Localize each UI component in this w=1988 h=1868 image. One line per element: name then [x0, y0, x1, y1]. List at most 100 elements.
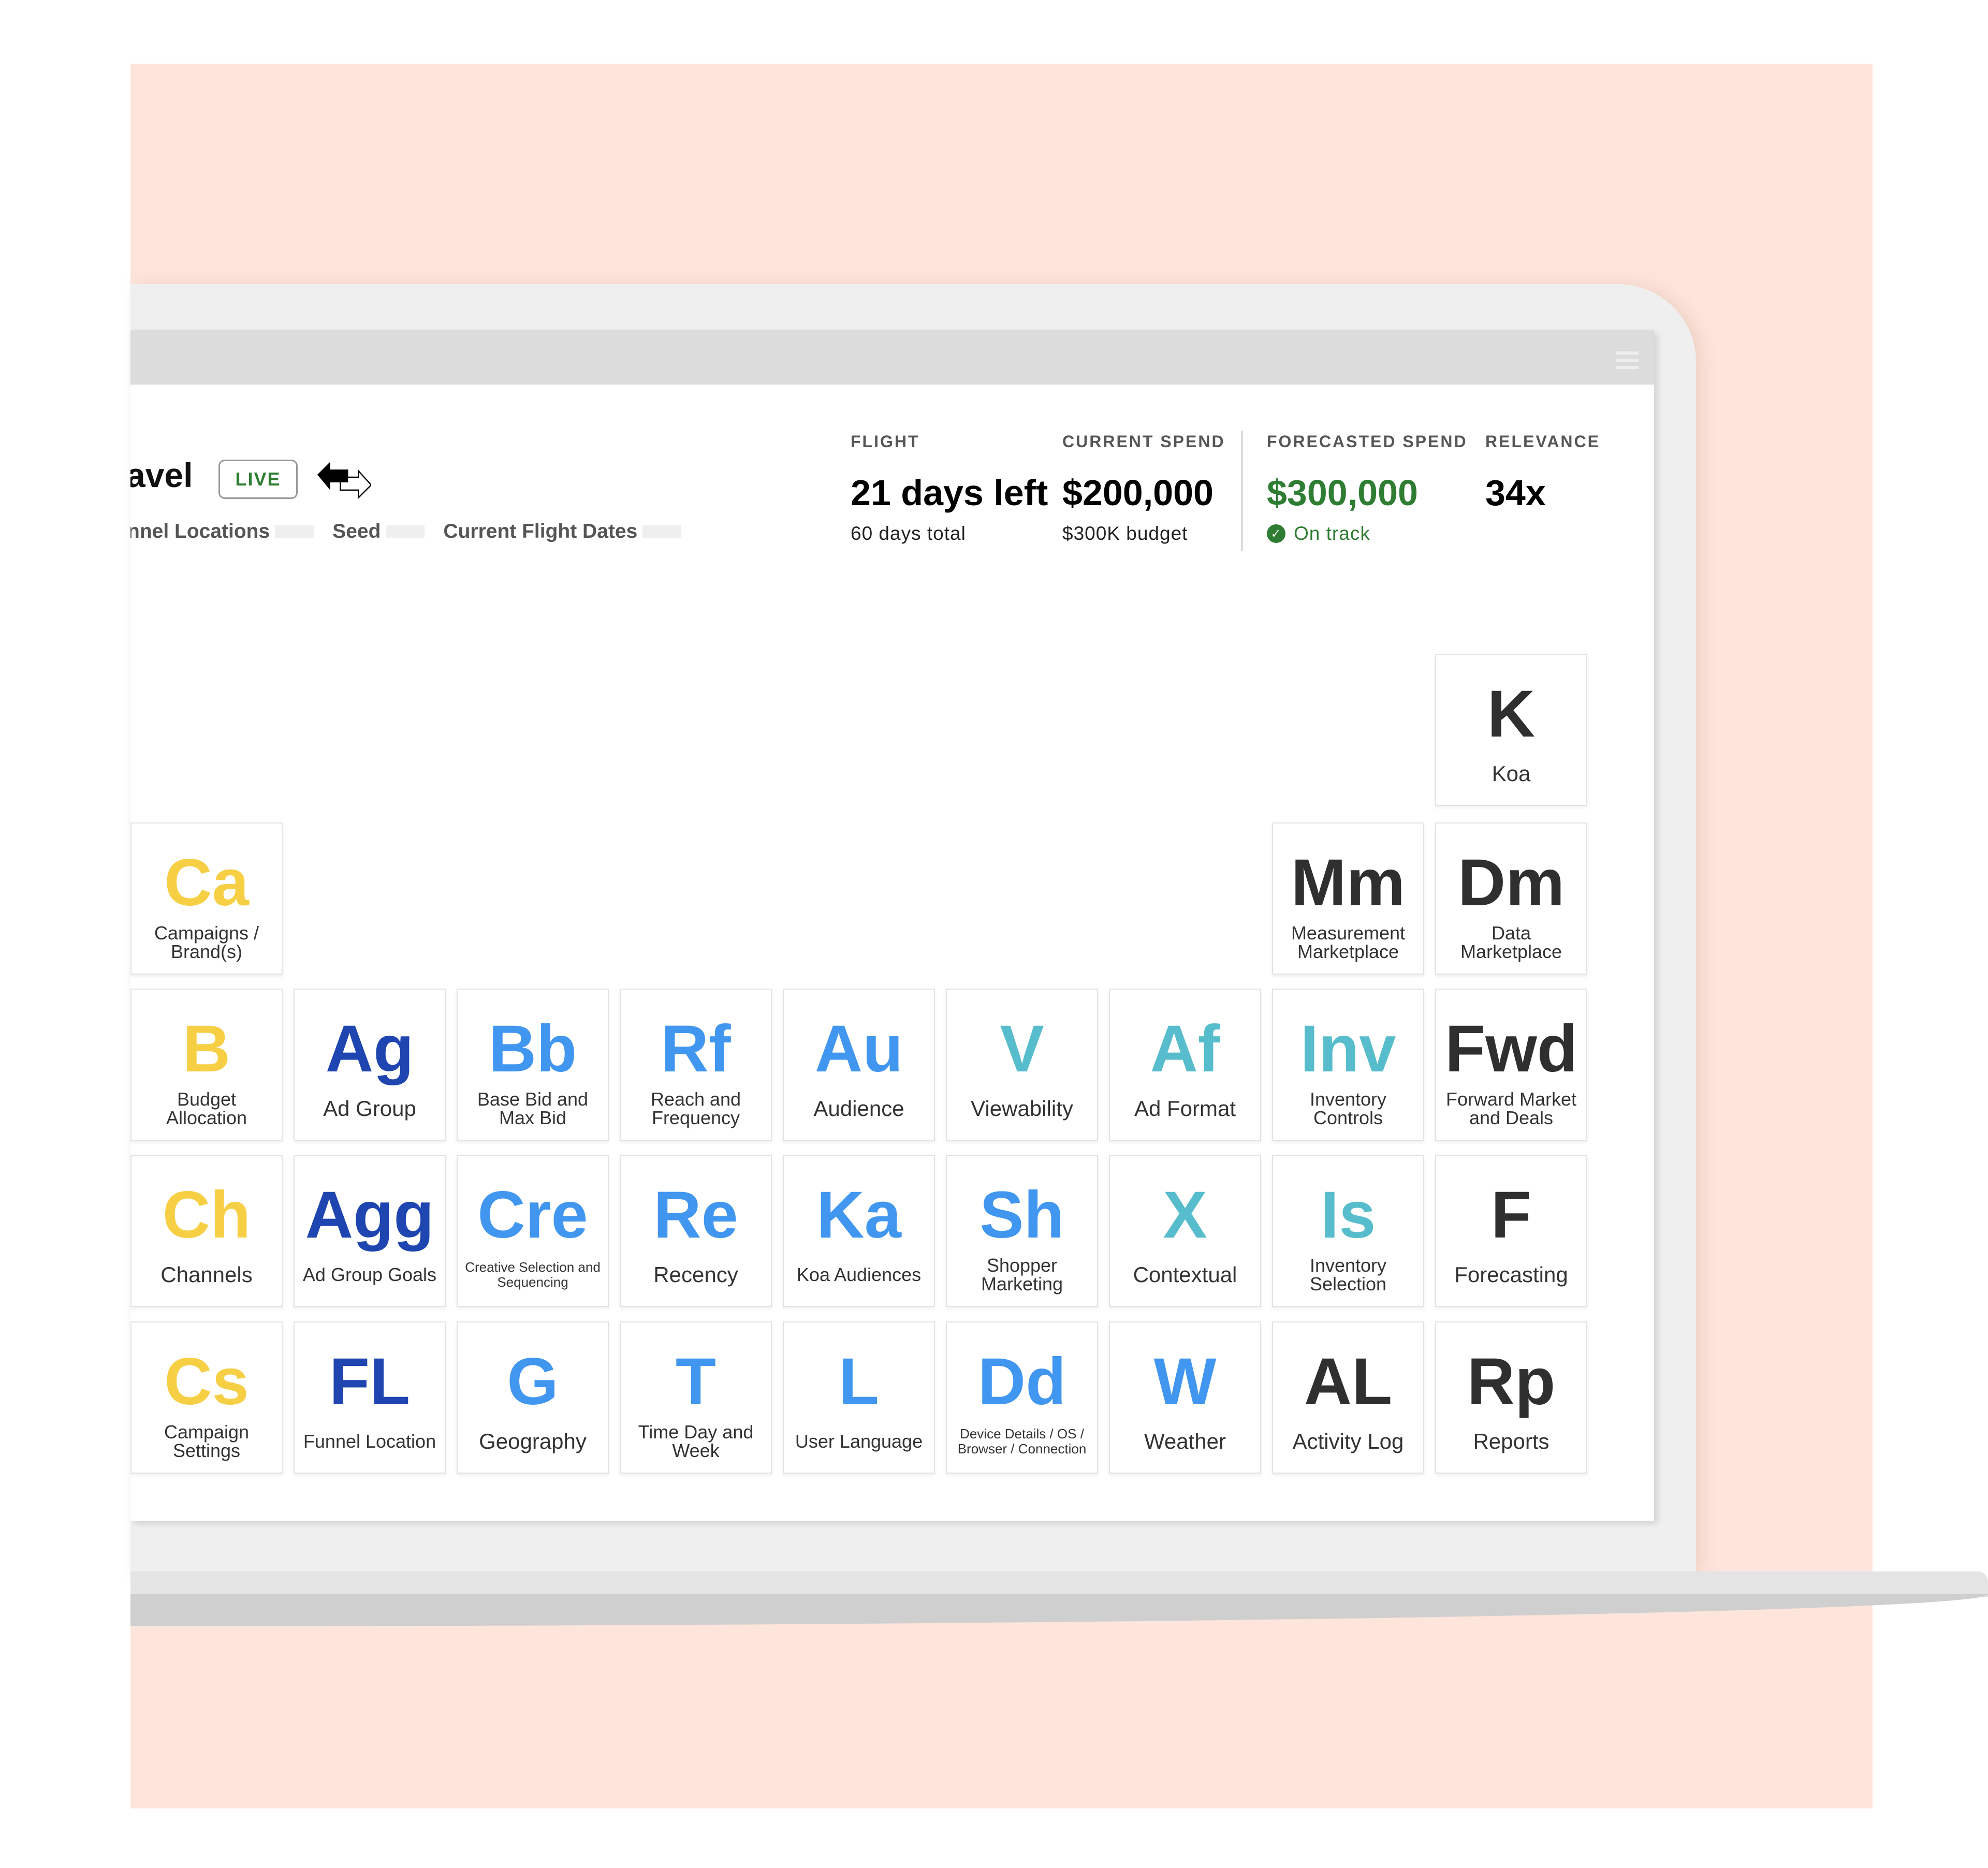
tile-symbol: T — [675, 1345, 717, 1419]
tile-symbol: Agg — [305, 1178, 434, 1252]
tile-label: Shopper Marketing — [981, 1255, 1063, 1295]
tile-mm[interactable]: Mm Measurement Marketplace — [1272, 822, 1424, 975]
stat-forecasted-spend: FORECASTED SPEND $300,000 ✓ On track — [1267, 432, 1468, 545]
campaign-title: avel — [130, 456, 193, 494]
tile-f[interactable]: F Forecasting — [1435, 1155, 1587, 1307]
tile-label: Inventory Selection — [1309, 1255, 1387, 1295]
tile-b[interactable]: B Budget Allocation — [130, 989, 283, 1141]
tile-dd[interactable]: Dd Device Details / OS / Browser / Connec… — [946, 1321, 1098, 1474]
stat-sub: 60 days total — [851, 523, 966, 544]
tile-label: Channels — [160, 1262, 253, 1287]
tile-label: Reach and Frequency — [650, 1089, 741, 1128]
tile-label: Recency — [653, 1262, 738, 1287]
tile-label: Ad Group — [323, 1096, 416, 1121]
tile-g[interactable]: G Geography — [457, 1321, 609, 1474]
filter-bar: nnel Locations Seed Current Flight Dates — [130, 520, 700, 543]
tile-x[interactable]: X Contextual — [1109, 1155, 1261, 1307]
tile-au[interactable]: Au Audience — [783, 989, 935, 1141]
tile-is[interactable]: Is Inventory Selection — [1272, 1155, 1424, 1307]
filter-value-placeholder — [642, 525, 682, 538]
tile-symbol: Ag — [325, 1012, 414, 1086]
stat-value: $200,000 — [1062, 473, 1214, 513]
tile-l[interactable]: L User Language — [783, 1321, 935, 1474]
swap-arrows-icon[interactable] — [317, 459, 371, 501]
tile-label: Geography — [479, 1429, 587, 1453]
stat-relevance: RELEVANCE 34x — [1485, 432, 1600, 513]
tile-symbol: W — [1153, 1345, 1217, 1419]
stat-current-spend: CURRENT SPEND $200,000 $300K budget — [1062, 432, 1225, 545]
tile-ch[interactable]: Ch Channels — [130, 1155, 283, 1307]
tile-dm[interactable]: Dm Data Marketplace — [1435, 822, 1587, 975]
tile-w[interactable]: W Weather — [1109, 1321, 1261, 1474]
tile-label: Ad Group Goals — [302, 1264, 437, 1285]
tile-sh[interactable]: Sh Shopper Marketing — [946, 1155, 1098, 1307]
tile-ag[interactable]: Ag Ad Group — [294, 989, 446, 1141]
tile-symbol: Ka — [816, 1178, 901, 1252]
tile-label: Viewability — [971, 1096, 1073, 1121]
filter-label: Current Flight Dates — [443, 520, 638, 542]
filter-label: nnel Locations — [130, 520, 270, 542]
stat-sub: $300K budget — [1062, 523, 1188, 544]
tile-symbol: Cs — [164, 1345, 249, 1419]
tile-ka[interactable]: Ka Koa Audiences — [783, 1155, 935, 1307]
tile-label: Koa — [1492, 761, 1531, 786]
stat-label: CURRENT SPEND — [1062, 432, 1225, 451]
tile-t[interactable]: T Time Day and Week — [620, 1321, 772, 1474]
tile-re[interactable]: Re Recency — [620, 1155, 772, 1307]
tile-ca[interactable]: Ca Campaigns / Brand(s) — [130, 822, 283, 975]
tile-symbol: F — [1490, 1178, 1532, 1252]
tile-symbol: Ch — [162, 1178, 251, 1252]
tile-symbol: Is — [1320, 1178, 1376, 1252]
tile-symbol: G — [507, 1345, 559, 1419]
tile-label: User Language — [795, 1431, 923, 1452]
tile-symbol: Mm — [1291, 846, 1406, 920]
tile-cre[interactable]: Cre Creative Selection and Sequencing — [457, 1155, 609, 1307]
tile-symbol: Re — [653, 1178, 738, 1252]
tile-af[interactable]: Af Ad Format — [1109, 989, 1261, 1141]
tile-label: Reports — [1473, 1429, 1550, 1453]
tile-symbol: Dd — [977, 1345, 1066, 1419]
filter-label: Seed — [332, 520, 381, 542]
tile-label: Budget Allocation — [166, 1089, 247, 1128]
tile-symbol: Rf — [661, 1012, 731, 1086]
tile-label: Funnel Location — [303, 1431, 436, 1452]
tile-label: Device Details / OS / Browser / Connecti… — [957, 1426, 1087, 1457]
tile-label: Creative Selection and Sequencing — [465, 1259, 601, 1290]
stat-status: ✓ On track — [1267, 523, 1468, 545]
tile-label: Activity Log — [1292, 1429, 1404, 1453]
filter-seed[interactable]: Seed — [332, 520, 425, 543]
filter-funnel-locations[interactable]: nnel Locations — [130, 520, 314, 543]
tile-v[interactable]: V Viewability — [946, 989, 1098, 1141]
tile-rf[interactable]: Rf Reach and Frequency — [620, 989, 772, 1141]
status-badge: LIVE — [218, 460, 298, 499]
filter-current-flight-dates[interactable]: Current Flight Dates — [443, 520, 682, 543]
tile-label: Ad Format — [1134, 1096, 1236, 1121]
tile-agg[interactable]: Agg Ad Group Goals — [294, 1155, 446, 1307]
tile-bb[interactable]: Bb Base Bid and Max Bid — [457, 989, 609, 1141]
tile-k[interactable]: K Koa — [1435, 654, 1587, 806]
app-screen: avel LIVE nnel Locations Seed Current Fl… — [130, 330, 1654, 1521]
tile-label: Weather — [1144, 1429, 1226, 1453]
tile-label: Koa Audiences — [796, 1264, 922, 1285]
tile-label: Base Bid and Max Bid — [477, 1089, 589, 1128]
tile-fl[interactable]: FL Funnel Location — [294, 1321, 446, 1474]
tile-symbol: Sh — [980, 1178, 1064, 1252]
tile-rp[interactable]: Rp Reports — [1435, 1321, 1587, 1474]
laptop-base-top — [130, 1571, 1988, 1597]
tile-label: Campaigns / Brand(s) — [154, 922, 259, 962]
tile-inv[interactable]: Inv Inventory Controls — [1272, 989, 1424, 1141]
tile-cs[interactable]: Cs Campaign Settings — [130, 1321, 283, 1474]
hamburger-icon[interactable] — [1616, 351, 1639, 369]
tile-symbol: Bb — [488, 1012, 577, 1086]
tile-label: Campaign Settings — [164, 1421, 250, 1461]
stat-value: 34x — [1485, 473, 1546, 513]
tile-symbol: K — [1487, 677, 1536, 751]
tile-symbol: Au — [814, 1012, 903, 1086]
tile-al[interactable]: AL Activity Log — [1272, 1321, 1424, 1474]
check-circle-icon: ✓ — [1267, 524, 1285, 543]
tile-fwd[interactable]: Fwd Forward Market and Deals — [1435, 989, 1587, 1141]
status-text: On track — [1294, 523, 1370, 544]
stat-label: FLIGHT — [851, 432, 920, 451]
tile-symbol: Rp — [1467, 1345, 1556, 1419]
stat-value: $300,000 — [1267, 473, 1418, 513]
